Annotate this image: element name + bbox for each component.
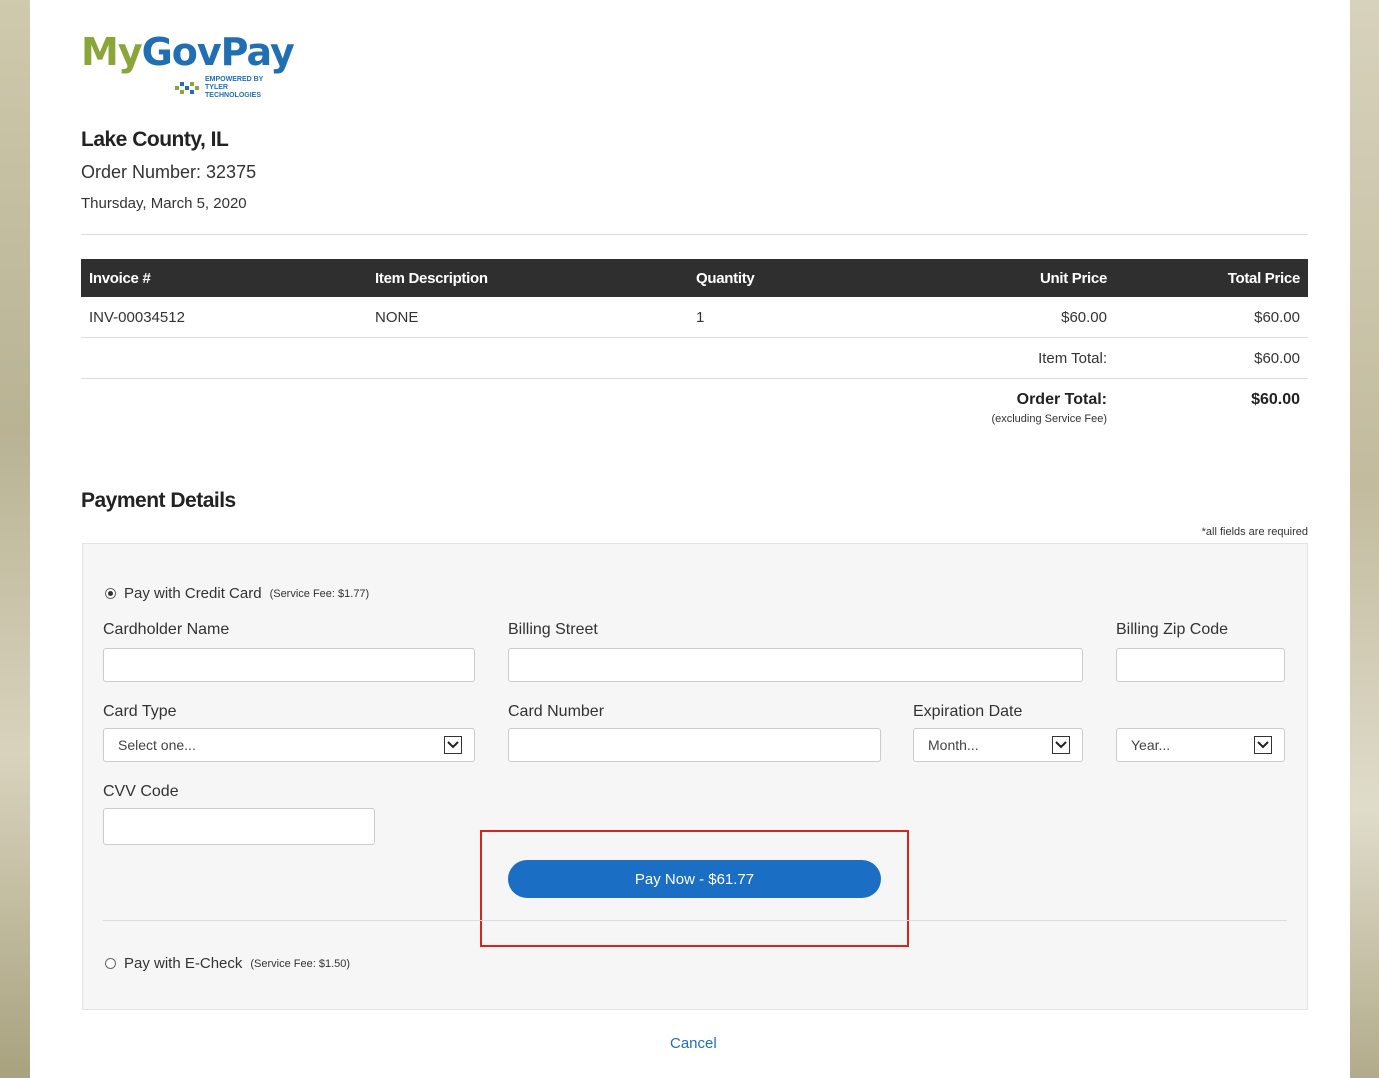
expiration-date-label: Expiration Date — [913, 703, 1023, 720]
payment-details-title: Payment Details — [81, 489, 236, 512]
billing-zip-input[interactable] — [1116, 648, 1285, 682]
cardholder-name-input[interactable] — [103, 648, 475, 682]
chevron-down-icon — [1254, 736, 1272, 754]
credit-card-fee: (Service Fee: $1.77) — [269, 587, 370, 600]
order-number: Order Number: 32375 — [81, 162, 257, 182]
divider — [81, 234, 1308, 235]
echeck-fee: (Service Fee: $1.50) — [250, 957, 351, 970]
card-type-label: Card Type — [103, 703, 177, 720]
table-row: INV-00034512 NONE 1 $60.00 $60.00 — [81, 297, 1308, 338]
card-number-label: Card Number — [508, 703, 605, 720]
order-date: Thursday, March 5, 2020 — [81, 195, 247, 212]
echeck-radio[interactable] — [105, 958, 116, 969]
billing-street-label: Billing Street — [508, 621, 598, 638]
cell-unit-price: $60.00 — [894, 297, 1115, 338]
item-total-label: Item Total: — [894, 337, 1115, 379]
expiration-month-select[interactable]: Month... — [913, 728, 1083, 762]
echeck-label: Pay with E-Check — [124, 955, 243, 972]
cardholder-name-label: Cardholder Name — [103, 621, 230, 638]
logo-my-text: My — [81, 30, 143, 74]
billing-zip-label: Billing Zip Code — [1116, 621, 1229, 638]
county-name: Lake County, IL — [81, 128, 229, 151]
chevron-down-icon — [444, 736, 462, 754]
order-total-row: Order Total: (excluding Service Fee) $60… — [81, 379, 1308, 448]
cell-description: NONE — [367, 297, 688, 338]
cell-invoice: INV-00034512 — [81, 297, 367, 338]
col-unit-price: Unit Price — [894, 259, 1115, 297]
order-total-note: (excluding Service Fee) — [991, 413, 1107, 425]
col-description: Item Description — [367, 259, 688, 297]
year-value: Year... — [1131, 737, 1171, 753]
credit-card-radio[interactable] — [105, 588, 116, 599]
invoice-table-header: Invoice # Item Description Quantity Unit… — [81, 259, 1308, 297]
divider — [103, 920, 1287, 921]
item-total-row: Item Total: $60.00 — [81, 337, 1308, 379]
item-total-value: $60.00 — [1115, 337, 1308, 379]
cell-total-price: $60.00 — [1115, 297, 1308, 338]
chevron-down-icon — [1052, 736, 1070, 754]
cancel-link[interactable]: Cancel — [670, 1035, 717, 1052]
cell-quantity: 1 — [688, 297, 894, 338]
payment-page: MyGovPay EMPOWERED BY TYLER TECHNOLOGIES… — [30, 0, 1350, 1078]
logo-govpay-text: GovPay — [141, 30, 295, 74]
credit-card-option[interactable]: Pay with Credit Card (Service Fee: $1.77… — [105, 585, 369, 602]
order-total-value: $60.00 — [1251, 391, 1300, 408]
background-right — [1350, 0, 1379, 1078]
credit-card-label: Pay with Credit Card — [124, 585, 262, 602]
card-type-select[interactable]: Select one... — [103, 728, 475, 762]
billing-street-input[interactable] — [508, 648, 1083, 682]
col-quantity: Quantity — [688, 259, 894, 297]
tyler-mark-icon — [175, 82, 199, 94]
invoice-table: Invoice # Item Description Quantity Unit… — [81, 259, 1308, 447]
logo-tagline: EMPOWERED BY TYLER TECHNOLOGIES — [173, 76, 285, 100]
cvv-code-label: CVV Code — [103, 783, 179, 800]
echeck-option[interactable]: Pay with E-Check (Service Fee: $1.50) — [105, 955, 350, 972]
cvv-code-input[interactable] — [103, 808, 375, 845]
logo-tagline-text: EMPOWERED BY TYLER TECHNOLOGIES — [205, 76, 264, 99]
highlight-box — [480, 830, 909, 947]
expiration-year-select[interactable]: Year... — [1116, 728, 1285, 762]
mygovpay-logo: MyGovPay EMPOWERED BY TYLER TECHNOLOGIES — [81, 30, 295, 99]
col-total-price: Total Price — [1115, 259, 1308, 297]
required-note: *all fields are required — [1201, 526, 1308, 538]
card-type-value: Select one... — [118, 737, 196, 753]
background-left — [0, 0, 30, 1078]
col-invoice: Invoice # — [81, 259, 367, 297]
card-number-input[interactable] — [508, 728, 881, 762]
month-value: Month... — [928, 737, 979, 753]
order-total-label: Order Total: — [1016, 391, 1107, 408]
